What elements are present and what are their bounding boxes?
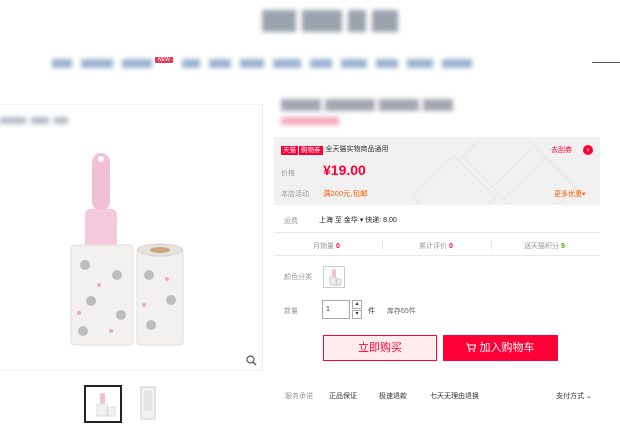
nav-item[interactable] [341,58,367,68]
service-genuine[interactable]: 正品保证 [329,391,357,401]
promo-label: 本店活动 [281,191,309,198]
promo-value: 满200元,包邮 [323,189,368,198]
nav-item[interactable] [273,58,301,68]
shipping-label: 运费 [284,218,298,225]
shipping-value[interactable]: 上海 至 金华 ▾ 快递: 8.00 [319,215,397,225]
nav-divider [592,62,620,63]
quantity-unit: 件 [368,308,375,315]
quantity-input[interactable]: 1 [322,300,350,319]
monthly-sales: 月销量 0 [313,241,340,251]
nav-item[interactable] [407,58,433,68]
price-value: ¥19.00 [323,162,366,178]
coupon-row: 天猫 购物券 全天猫实物商品通用 [281,144,389,155]
nav-item[interactable] [442,58,472,68]
thumbnail-photo [140,386,156,420]
search-icon[interactable] [246,355,257,369]
color-label: 颜色分类 [284,274,312,281]
review-count[interactable]: 累计评价 0 [419,241,453,251]
tmall-tag: 天猫 [281,146,298,155]
chevron-down-icon: ⌄ [585,393,592,400]
color-option[interactable] [323,266,345,288]
tmall-points: 送天猫积分 9 [524,241,565,251]
coupon-tag: 购物券 [299,146,323,155]
nav-item[interactable] [209,58,231,68]
get-coupon-link[interactable]: 去刮券 [551,145,572,155]
coupon-text: 全天猫实物商品通用 [325,146,389,153]
review-count-value: 0 [448,243,453,250]
service-7day-return[interactable]: 七天无理由退换 [430,391,479,401]
tmall-points-value: 9 [560,243,565,250]
tmall-points-label: 送天猫积分 [524,243,559,250]
payment-method-label: 支付方式 [556,393,584,400]
price-label: 价格 [281,170,295,177]
product-subtitle [281,117,339,125]
quantity-decrease[interactable]: ▾ [352,310,362,319]
nav-item[interactable] [52,58,72,68]
thumbnail-1[interactable] [84,385,122,423]
nav-item[interactable] [122,58,152,68]
buy-now-button[interactable]: 立即购买 [323,335,437,361]
product-title [281,99,453,111]
nav-item[interactable] [240,58,264,68]
service-label: 服务承诺 [285,393,313,400]
breadcrumb[interactable] [0,117,68,124]
cart-icon [466,342,479,354]
chevron-down-icon: ▾ [582,191,586,198]
store-title [262,10,398,32]
store-nav[interactable]: NEW [52,57,472,69]
stock-count: 库存65件 [387,308,416,315]
thumbnail-2[interactable] [133,385,163,421]
product-photo [70,153,184,346]
nav-item[interactable] [81,58,113,68]
nav-item[interactable] [310,58,332,68]
monthly-sales-value: 0 [335,243,340,250]
quantity-increase[interactable]: ▴ [352,300,362,309]
monthly-sales-label: 月销量 [313,243,334,250]
nav-item[interactable] [376,58,398,68]
quantity-label: 数量 [284,308,298,315]
stats-bar: 月销量 0 累计评价 0 送天猫积分 9 [274,232,600,256]
more-promo-label: 更多优惠 [554,191,582,198]
color-thumb [329,269,342,286]
review-count-label: 累计评价 [419,243,447,250]
chevron-right-icon[interactable]: › [583,145,593,155]
service-fast-refund[interactable]: 极速退款 [379,391,407,401]
thumbnail-photo [96,393,116,417]
payment-method-dropdown[interactable]: 支付方式 ⌄ [556,391,592,401]
nav-new-badge: NEW [155,57,173,63]
add-to-cart-label: 加入购物车 [479,342,535,354]
nav-item[interactable] [182,58,200,68]
product-image[interactable] [0,104,263,371]
add-to-cart-button[interactable]: 加入购物车 [443,335,558,361]
more-promo-link[interactable]: 更多优惠▾ [554,189,586,199]
